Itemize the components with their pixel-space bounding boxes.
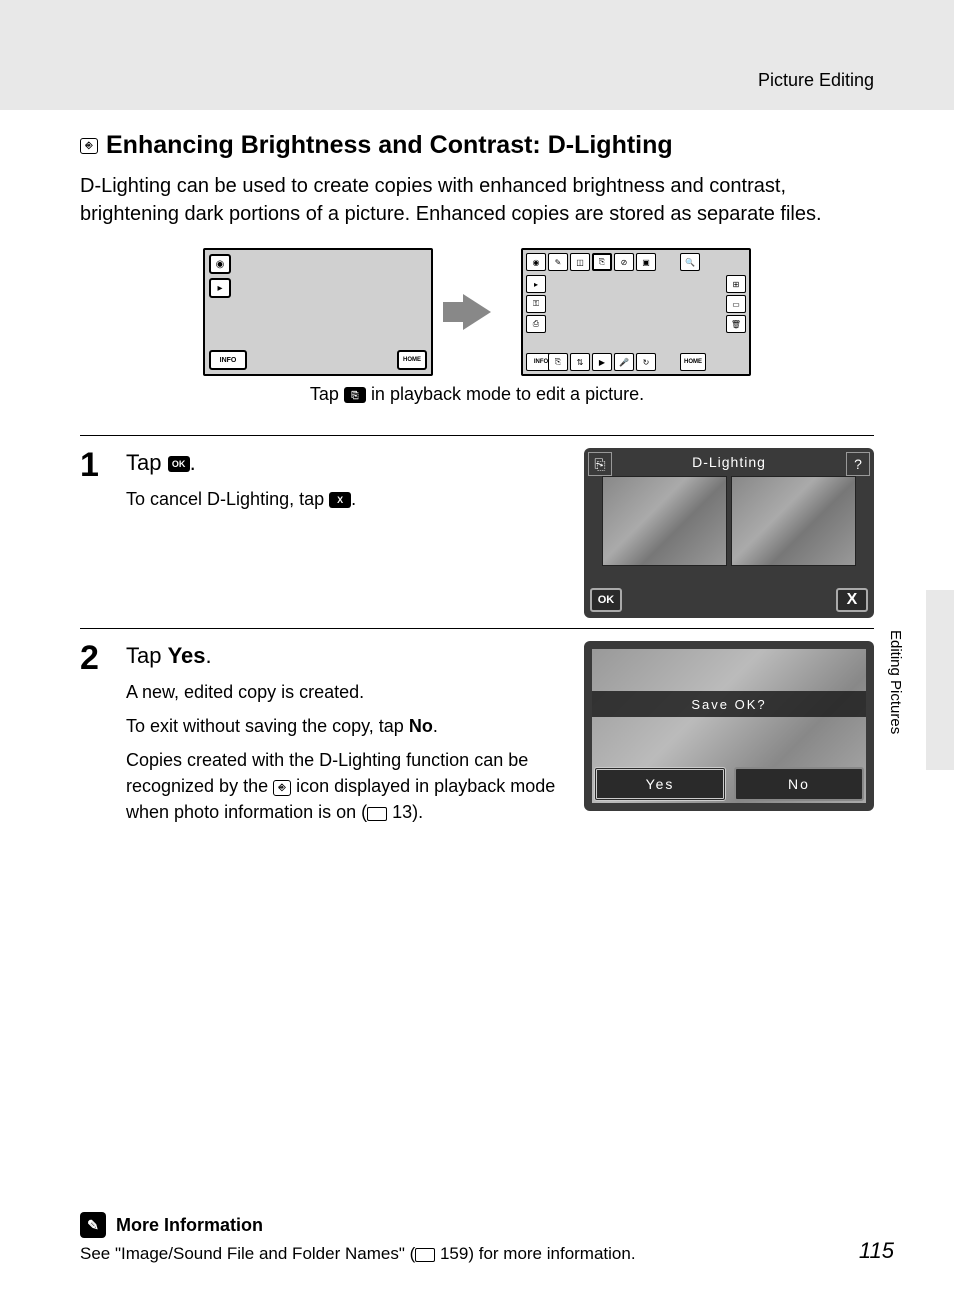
lcd-preview-pair bbox=[584, 476, 874, 566]
arrow-icon bbox=[463, 294, 491, 330]
edit-mode-icon: ⎘ bbox=[344, 387, 366, 403]
side-thumb-tab bbox=[926, 590, 954, 770]
crop-icon: ◫ bbox=[570, 253, 590, 271]
step-illustration: Save OK? Yes No bbox=[584, 641, 874, 833]
more-info-text: See "Image/Sound File and Folder Names" … bbox=[80, 1244, 874, 1264]
home-button-icon: HOME bbox=[680, 353, 706, 371]
step-head-pre: Tap bbox=[126, 643, 168, 668]
close-button-icon: X bbox=[329, 492, 351, 508]
step-1: 1 Tap OK. To cancel D-Lighting, tap X. ⎘… bbox=[80, 435, 874, 618]
page-title-text: Enhancing Brightness and Contrast: D-Lig… bbox=[106, 131, 673, 160]
step-2: 2 Tap Yes. A new, edited copy is created… bbox=[80, 628, 874, 833]
step-body: Tap Yes. A new, edited copy is created. … bbox=[126, 641, 572, 833]
dlighting-icon: ⎆ bbox=[80, 138, 98, 154]
rotate-icon: ↻ bbox=[636, 353, 656, 371]
more-info-heading: ✎ More Information bbox=[80, 1212, 874, 1238]
camera-icon: ◉ bbox=[209, 254, 231, 274]
dlighting-edit-icon: ⎘ bbox=[592, 253, 612, 271]
playback-icon: ▸ bbox=[209, 278, 231, 298]
copy-icon: ⎘ bbox=[548, 353, 568, 371]
step-body: Tap OK. To cancel D-Lighting, tap X. bbox=[126, 448, 572, 618]
line-pre: To exit without saving the copy, tap bbox=[126, 716, 409, 736]
ok-button-icon: OK bbox=[168, 456, 190, 472]
playback-screen-after: ◉ ✎ ◫ ⎘ ⊘ ▣ 🔍 ▸ ⚿ ⎙ ⊞ ▭ 🗑 INFO ⎘ bbox=[521, 248, 751, 376]
dlighting-corner-icon: ⎘ bbox=[588, 452, 612, 476]
resize-icon: ▣ bbox=[636, 253, 656, 271]
lcd-photo-after bbox=[731, 476, 856, 566]
lcd-ok-button[interactable]: OK bbox=[590, 588, 622, 612]
line-post: . bbox=[433, 716, 438, 736]
step-text: To exit without saving the copy, tap No. bbox=[126, 713, 556, 739]
lcd-save-buttons: Yes No bbox=[594, 767, 864, 801]
home-button-icon: HOME bbox=[397, 350, 427, 370]
step-number: 1 bbox=[80, 448, 114, 618]
lcd-photo-before bbox=[602, 476, 727, 566]
lcd-save-prompt: Save OK? bbox=[592, 691, 866, 717]
caption-post: in playback mode to edit a picture. bbox=[371, 384, 644, 404]
step-heading: Tap Yes. bbox=[126, 643, 572, 669]
step-text: A new, edited copy is created. bbox=[126, 679, 556, 705]
page-content: Picture Editing ⎆ Enhancing Brightness a… bbox=[0, 0, 954, 873]
lcd-cancel-button[interactable]: X bbox=[836, 588, 868, 612]
lcd-yes-button[interactable]: Yes bbox=[594, 767, 726, 801]
pencil-icon: ✎ bbox=[548, 253, 568, 271]
step-head-post: . bbox=[190, 450, 196, 475]
playback-screen-before: ◉ ▸ INFO HOME bbox=[203, 248, 433, 376]
step-number: 2 bbox=[80, 641, 114, 833]
mic-icon: 🎤 bbox=[614, 353, 634, 371]
filter-icon: ⊘ bbox=[614, 253, 634, 271]
more-info-pre: See "Image/Sound File and Folder Names" … bbox=[80, 1244, 415, 1263]
step-text: Copies created with the D-Lighting funct… bbox=[126, 747, 556, 825]
screen-icon: ▭ bbox=[726, 295, 746, 313]
dlighting-badge-icon: ⎆ bbox=[273, 780, 291, 796]
camera-icon: ◉ bbox=[526, 253, 546, 271]
step-text: To cancel D-Lighting, tap X. bbox=[126, 486, 556, 512]
note-icon: ✎ bbox=[80, 1212, 106, 1238]
camera-lcd-dlighting: ⎘ ? D-Lighting OK X bbox=[584, 448, 874, 618]
key-icon: ⚿ bbox=[526, 295, 546, 313]
help-icon: ? bbox=[846, 452, 870, 476]
step-heading: Tap OK. bbox=[126, 450, 572, 476]
lcd-title: D-Lighting bbox=[584, 448, 874, 476]
page-number: 115 bbox=[859, 1238, 894, 1264]
lcd-no-button[interactable]: No bbox=[734, 767, 864, 801]
print-icon: ⎙ bbox=[526, 315, 546, 333]
line-pre: To cancel D-Lighting, tap bbox=[126, 489, 329, 509]
more-info-title: More Information bbox=[116, 1215, 263, 1236]
before-after-screens: ◉ ▸ INFO HOME ◉ ✎ ◫ ⎘ ⊘ ▣ 🔍 ▸ ⚿ ⎙ bbox=[80, 248, 874, 376]
page-title: ⎆ Enhancing Brightness and Contrast: D-L… bbox=[80, 131, 874, 160]
line-bold: No bbox=[409, 716, 433, 736]
step-illustration: ⎘ ? D-Lighting OK X bbox=[584, 448, 874, 618]
play-icon: ▶ bbox=[592, 353, 612, 371]
step-head-pre: Tap bbox=[126, 450, 168, 475]
caption-pre: Tap bbox=[310, 384, 344, 404]
camera-lcd-save: Save OK? Yes No bbox=[584, 641, 874, 811]
page-ref-icon bbox=[367, 807, 387, 821]
screens-caption: Tap ⎘ in playback mode to edit a picture… bbox=[80, 384, 874, 405]
intro-paragraph: D-Lighting can be used to create copies … bbox=[80, 172, 874, 228]
info-button-icon: INFO bbox=[209, 350, 247, 370]
thumb-icon: ⊞ bbox=[726, 275, 746, 293]
more-information-note: ✎ More Information See "Image/Sound File… bbox=[80, 1212, 874, 1264]
side-section-label: Editing Pictures bbox=[887, 630, 904, 734]
line-post: . bbox=[351, 489, 356, 509]
playback-icon: ▸ bbox=[526, 275, 546, 293]
page-ref-icon bbox=[415, 1248, 435, 1262]
sort-icon: ⇅ bbox=[570, 353, 590, 371]
more-info-ref: 159) for more information. bbox=[435, 1244, 635, 1263]
zoom-icon: 🔍 bbox=[680, 253, 700, 271]
section-breadcrumb: Picture Editing bbox=[80, 70, 874, 91]
step-head-post: . bbox=[206, 643, 212, 668]
trash-icon: 🗑 bbox=[726, 315, 746, 333]
line-ref: 13). bbox=[387, 802, 423, 822]
step-head-bold: Yes bbox=[168, 643, 206, 668]
